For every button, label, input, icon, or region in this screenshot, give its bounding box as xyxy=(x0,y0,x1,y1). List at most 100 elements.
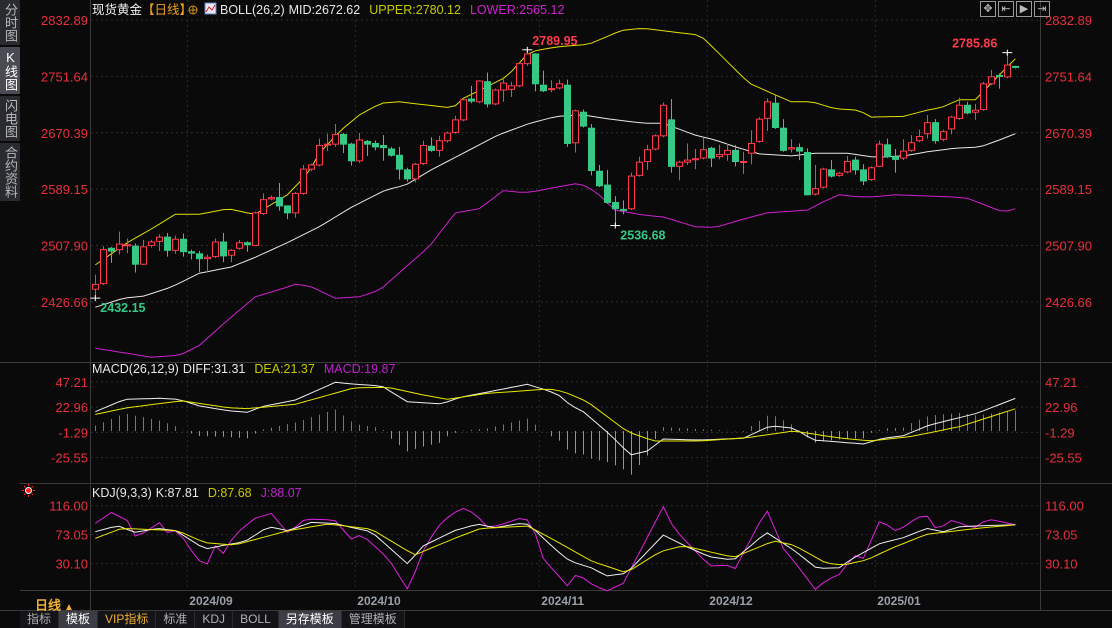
candle xyxy=(484,72,491,108)
candle-body xyxy=(500,82,507,91)
candle-body xyxy=(188,251,195,254)
add-indicator-icon[interactable] xyxy=(188,5,198,15)
bottom-tab-4[interactable]: KDJ xyxy=(195,611,234,628)
sidebar-tab-flash[interactable]: 闪电图 xyxy=(0,96,20,141)
extreme-label: 2536.68 xyxy=(620,229,665,243)
candle-body xyxy=(724,149,731,156)
sidebar-tab-time-sharing[interactable]: 分时图 xyxy=(0,0,20,45)
crosshair-icon[interactable]: ✥ xyxy=(980,1,996,17)
kdj-panel xyxy=(95,505,1016,592)
candle-body xyxy=(580,111,587,127)
chart-canvas[interactable]: 2832.89 2832.89 2751.64 2751.64 2670.39 2670.… xyxy=(0,0,1112,628)
candle xyxy=(772,95,779,129)
candle-body xyxy=(676,161,683,167)
candle xyxy=(492,88,499,106)
candle xyxy=(364,139,371,156)
candle-body xyxy=(924,122,931,135)
candle xyxy=(500,76,507,102)
candle xyxy=(196,251,203,272)
candle xyxy=(268,195,275,201)
candle xyxy=(1012,65,1019,69)
candle xyxy=(396,146,403,180)
macd-dea-line xyxy=(95,387,1016,442)
candle-body xyxy=(796,147,803,152)
candle xyxy=(804,148,811,196)
kdj-settings-icon[interactable] xyxy=(22,484,35,497)
candle-body xyxy=(564,84,571,144)
candle xyxy=(796,143,803,161)
candle-body xyxy=(988,76,995,85)
kdj-tick-left: 30.10 xyxy=(55,557,88,572)
price-tick-left: 2589.15 xyxy=(41,182,88,197)
candle xyxy=(868,166,875,181)
candle xyxy=(948,115,955,135)
candle-body xyxy=(884,144,891,158)
price-tick-right: 2670.39 xyxy=(1045,126,1092,141)
bottom-tab-5[interactable]: BOLL xyxy=(233,611,279,628)
candle-body xyxy=(956,104,963,119)
candle xyxy=(92,274,99,299)
macd-panel xyxy=(95,381,1016,475)
candle xyxy=(220,232,227,263)
candle xyxy=(820,167,827,189)
candle-body xyxy=(644,149,651,162)
candle-body xyxy=(252,212,259,246)
candle xyxy=(764,98,771,131)
bottom-tab-7[interactable]: 管理模板 xyxy=(341,611,405,628)
kdj-tick-left: 116.00 xyxy=(49,499,88,514)
bottom-tab-bar: 指标 模板 VIP指标 标准 KDJ BOLL 另存模板 管理模板 xyxy=(20,611,405,628)
candlestick-series xyxy=(92,49,1019,299)
candle-body xyxy=(868,167,875,181)
candle-body xyxy=(268,197,275,200)
candle xyxy=(892,149,899,173)
candle-body xyxy=(668,119,675,167)
candle-body xyxy=(468,98,475,102)
candle xyxy=(660,102,667,138)
sidebar-tab-label: 闪电图 xyxy=(3,99,18,138)
candle-body xyxy=(844,160,851,173)
candle xyxy=(668,99,675,173)
sidebar-tab-label: K线图 xyxy=(3,50,18,91)
candle-body xyxy=(732,149,739,162)
candle-body xyxy=(516,63,523,87)
candle-body xyxy=(892,156,899,160)
bottom-tab-1[interactable]: 模板 xyxy=(59,611,99,628)
candle-body xyxy=(788,147,795,150)
candle xyxy=(876,140,883,168)
candle-body xyxy=(316,145,323,166)
candle xyxy=(644,144,651,170)
candle-body xyxy=(972,109,979,113)
candle xyxy=(140,239,147,265)
candle-body xyxy=(484,81,491,105)
play-icon[interactable]: ▶ xyxy=(1016,1,1032,17)
boll-chart-icon[interactable] xyxy=(204,2,217,15)
macd-params: MACD(26,12,9) xyxy=(92,362,179,376)
candle xyxy=(172,235,179,254)
candle-body xyxy=(876,143,883,167)
bottom-tab-6[interactable]: 另存模板 xyxy=(278,611,342,628)
candle xyxy=(188,249,195,260)
candle-body xyxy=(380,145,387,149)
candle xyxy=(388,146,395,157)
range-start-icon[interactable]: ⇤ xyxy=(998,1,1014,17)
bottom-tab-3[interactable]: 标准 xyxy=(156,611,196,628)
sidebar-tab-contract-info[interactable]: 合约资料 xyxy=(0,143,20,201)
candle xyxy=(812,164,819,196)
candle-body xyxy=(340,133,347,145)
bottom-tab-2[interactable]: VIP指标 xyxy=(98,611,157,628)
candle xyxy=(556,79,563,90)
chart-toolbar: ✥ ⇤ ▶ ⇥ xyxy=(980,1,1050,17)
range-end-icon[interactable]: ⇥ xyxy=(1034,1,1050,17)
candle xyxy=(652,134,659,151)
macd-tick-right: 22.96 xyxy=(1045,400,1078,415)
candle-body xyxy=(940,131,947,140)
candle-body xyxy=(420,145,427,165)
price-tick-right: 2507.90 xyxy=(1045,239,1092,254)
candle-body xyxy=(300,168,307,194)
candle-body xyxy=(108,247,115,252)
sidebar-tab-kline[interactable]: K线图 xyxy=(0,47,20,94)
bottom-tab-0[interactable]: 指标 xyxy=(20,611,60,628)
candle-body xyxy=(324,143,331,146)
candle-body xyxy=(260,199,267,215)
candle-body xyxy=(452,119,459,133)
